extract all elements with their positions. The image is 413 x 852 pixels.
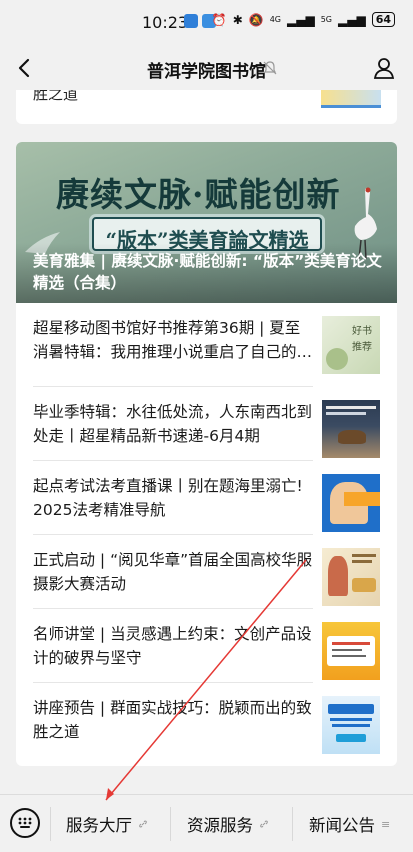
signal-bars-icon: ▂▄▆ <box>287 12 315 27</box>
menu-item-label: 新闻公告 <box>309 816 375 835</box>
nav-bar: 普洱学院图书馆 <box>0 46 413 90</box>
article-thumbnail-lecture <box>322 622 380 680</box>
status-icons: ⏰ ✱ 🔕 4G ▂▄▆ 5G ▂▄▆ 64 <box>212 12 395 27</box>
menu-separator <box>170 807 171 841</box>
article-item[interactable]: 讲座预告 | 群面实战技巧：脱颖而出的致胜之道 <box>33 696 380 766</box>
menu-separator <box>50 807 51 841</box>
alarm-icon: ⏰ <box>211 12 227 27</box>
article-thumbnail-group-interview <box>322 696 380 754</box>
signal-5g-label: 5G <box>320 15 332 24</box>
menu-separator <box>292 807 293 841</box>
article-thumbnail-graduation <box>322 400 380 458</box>
partial-article-thumbnail <box>321 90 381 108</box>
signal-bars-icon-2: ▂▄▆ <box>338 12 366 27</box>
article-title: 名师讲堂 | 当灵感遇上约束：文创产品设计的破界与坚守 <box>33 625 312 667</box>
featured-banner[interactable]: 赓续文脉·赋能创新 “版本”类美育論文精选 美育雅集 | 赓续文脉·赋能创新: … <box>16 142 397 303</box>
divider <box>33 460 313 461</box>
menu-item-label: 资源服务 <box>187 816 253 835</box>
partial-article-title: 胜之道 <box>33 90 79 103</box>
link-icon <box>260 820 268 828</box>
article-item[interactable]: 名师讲堂 | 当灵感遇上约束：文创产品设计的破界与坚守 <box>33 622 380 696</box>
article-title: 超星移动图书馆好书推荐第36期 | 夏至消暑特辑：我用推理小说重启了自己的… <box>33 319 313 361</box>
banner-caption: 美育雅集 | 赓续文脉·赋能创新: “版本”类美育论文精选（合集） <box>33 252 382 292</box>
menu-item-label: 服务大厅 <box>66 816 132 835</box>
partial-article-card[interactable]: 胜之道 <box>16 90 397 124</box>
article-title: 毕业季特辑：水往低处流，人东南西北到处走丨超星精品新书速递-6月4期 <box>33 403 313 445</box>
banner-title: 赓续文脉·赋能创新 <box>56 175 341 214</box>
divider <box>33 534 313 535</box>
mute-status-icon: 🔕 <box>248 12 264 27</box>
article-thumbnail-book-recommend: 好书 推荐 <box>322 316 380 374</box>
page-title: 普洱学院图书馆 <box>147 62 266 82</box>
bluetooth-icon: ✱ <box>232 12 243 27</box>
status-time: 10:23 <box>142 13 189 32</box>
article-item[interactable]: 正式启动 | “阅见华章”首届全国高校华服摄影大赛活动 <box>33 548 380 622</box>
keyboard-toggle-button[interactable] <box>10 808 40 838</box>
article-list-card: 赓续文脉·赋能创新 “版本”类美育論文精选 美育雅集 | 赓续文脉·赋能创新: … <box>16 142 397 766</box>
notification-app-icon <box>184 14 198 28</box>
divider <box>33 608 313 609</box>
menu-service-hall[interactable]: 服务大厅 <box>66 812 148 836</box>
link-icon <box>139 820 147 828</box>
article-item[interactable]: 超星移动图书馆好书推荐第36期 | 夏至消暑特辑：我用推理小说重启了自己的… 好… <box>33 316 380 390</box>
mute-bell-icon <box>263 61 277 75</box>
status-bar: 10:23 ⏰ ✱ 🔕 4G ▂▄▆ 5G ▂▄▆ 64 <box>0 0 413 46</box>
keyboard-icon <box>18 817 32 828</box>
divider <box>33 386 313 387</box>
menu-news-announcement[interactable]: 新闻公告 ≡ <box>309 812 390 836</box>
article-title: 正式启动 | “阅见华章”首届全国高校华服摄影大赛活动 <box>33 551 313 593</box>
article-thumbnail-law-exam <box>322 474 380 532</box>
article-title: 起点考试法考直播课丨别在题海里溺亡! 2025法考精准导航 <box>33 477 303 519</box>
article-thumbnail-hanfu-photo <box>322 548 380 606</box>
profile-icon[interactable] <box>373 56 395 80</box>
bottom-menu-bar: 服务大厅 资源服务 新闻公告 ≡ <box>0 794 413 852</box>
article-title: 讲座预告 | 群面实战技巧：脱颖而出的致胜之道 <box>33 699 312 741</box>
menu-list-icon: ≡ <box>381 817 391 831</box>
article-item[interactable]: 起点考试法考直播课丨别在题海里溺亡! 2025法考精准导航 <box>33 474 380 548</box>
menu-resource-service[interactable]: 资源服务 <box>187 812 269 836</box>
article-item[interactable]: 毕业季特辑：水往低处流，人东南西北到处走丨超星精品新书速递-6月4期 <box>33 400 380 474</box>
divider <box>33 682 313 683</box>
signal-4g-label: 4G <box>269 15 282 24</box>
battery-level: 64 <box>371 12 395 27</box>
